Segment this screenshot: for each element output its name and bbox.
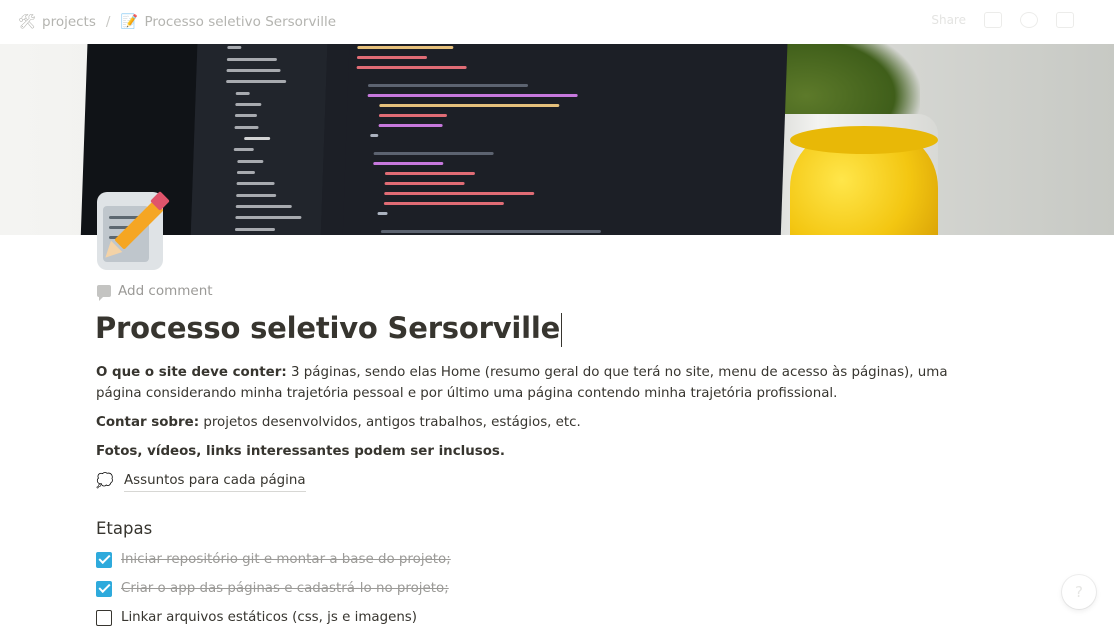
memo-icon: 📝 — [120, 14, 139, 30]
page-icon-memo[interactable] — [97, 191, 170, 270]
breadcrumb-workspace[interactable]: 🛠 projects — [18, 14, 96, 30]
paragraph-text: projetos desenvolvidos, antigos trabalho… — [199, 415, 581, 430]
todo-item: Linkar arquivos estáticos (css, js e ima… — [96, 603, 996, 629]
checkbox-checked[interactable] — [96, 551, 112, 568]
laptop-decoration — [80, 44, 788, 235]
checkbox-unchecked[interactable] — [96, 609, 112, 626]
todo-label[interactable]: Iniciar repositório git e montar a base … — [121, 549, 451, 570]
breadcrumb-workspace-label: projects — [42, 14, 96, 30]
topbar-actions: Share — [931, 12, 1074, 28]
updates-icon[interactable] — [984, 12, 1002, 28]
question-mark-icon: ? — [1075, 583, 1083, 601]
share-button[interactable]: Share — [931, 13, 966, 27]
paragraph-site-contents[interactable]: O que o site deve conter: 3 páginas, sen… — [96, 362, 996, 404]
checkbox-checked[interactable] — [96, 580, 112, 597]
add-comment-label: Add comment — [118, 283, 213, 299]
paragraph-media[interactable]: Fotos, vídeos, links interessantes podem… — [96, 441, 996, 462]
paragraph-bold: Contar sobre: — [96, 415, 200, 430]
breadcrumb-separator: / — [105, 14, 111, 30]
page-cover-image[interactable] — [0, 44, 1114, 235]
page-link-assuntos[interactable]: 💭 Assuntos para cada página — [96, 470, 996, 492]
todo-label[interactable]: Linkar arquivos estáticos (css, js e ima… — [121, 607, 417, 628]
text-cursor — [561, 313, 563, 347]
cup-rim-decoration — [790, 126, 938, 154]
thought-balloon-icon: 💭 — [96, 472, 114, 489]
breadcrumb-page[interactable]: 📝 Processo seletivo Sersorville — [120, 14, 336, 30]
file-tree-decoration — [190, 44, 328, 235]
todo-item: Iniciar repositório git e montar a base … — [96, 545, 996, 574]
tools-icon: 🛠 — [18, 14, 36, 30]
todo-item: Criar o app das páginas e cadastrá-lo no… — [96, 574, 996, 603]
more-icon[interactable] — [1056, 12, 1074, 28]
page-title[interactable]: Processo seletivo Sersorville — [95, 311, 563, 347]
page-content: O que o site deve conter: 3 páginas, sen… — [96, 362, 996, 629]
clock-icon[interactable] — [1020, 12, 1038, 28]
code-editor-screen — [190, 44, 788, 235]
todo-label[interactable]: Criar o app das páginas e cadastrá-lo no… — [121, 578, 449, 599]
page-title-text: Processo seletivo Sersorville — [95, 311, 561, 345]
heading-etapas[interactable]: Etapas — [96, 518, 996, 539]
breadcrumb-page-label: Processo seletivo Sersorville — [144, 14, 337, 30]
paragraph-talk-about[interactable]: Contar sobre: projetos desenvolvidos, an… — [96, 412, 996, 433]
topbar: 🛠 projects / 📝 Processo seletivo Sersorv… — [0, 0, 1114, 44]
paragraph-bold: Fotos, vídeos, links interessantes podem… — [96, 444, 505, 459]
help-button[interactable]: ? — [1062, 575, 1096, 609]
add-comment-button[interactable]: Add comment — [97, 283, 213, 301]
paragraph-bold: O que o site deve conter: — [96, 365, 287, 380]
page-link-label: Assuntos para cada página — [124, 470, 306, 492]
comment-icon — [97, 285, 111, 301]
